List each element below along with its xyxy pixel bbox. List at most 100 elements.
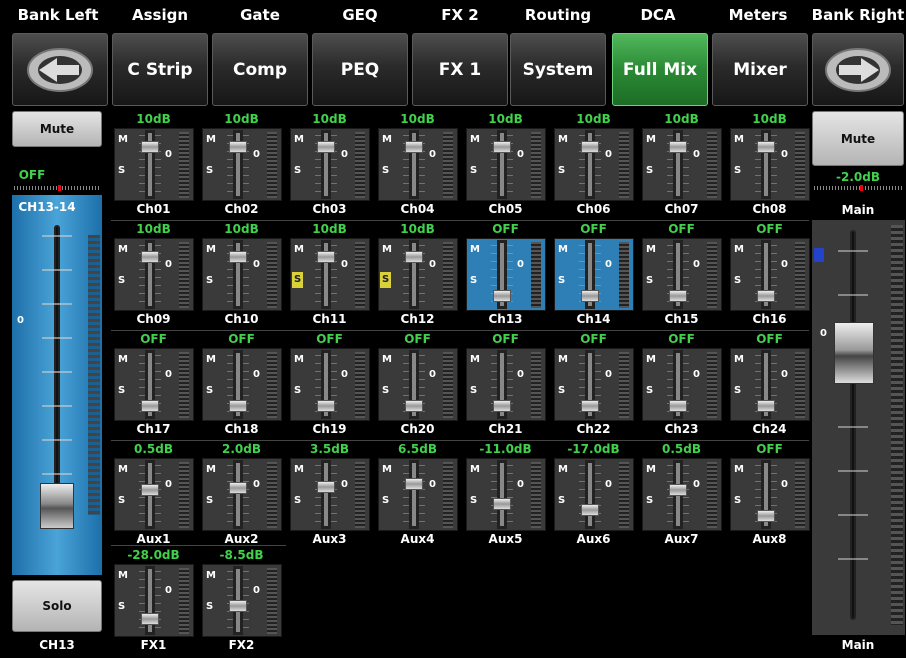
strip-fader-box[interactable]: M S 0 xyxy=(202,348,282,421)
strip-fader-box[interactable]: M S 0 xyxy=(378,238,458,311)
fader-knob[interactable] xyxy=(757,399,775,412)
strip-fader-box[interactable]: M S 0 xyxy=(290,458,370,531)
solo-indicator[interactable]: S xyxy=(118,275,125,286)
strip-fader-box[interactable]: M S 0 xyxy=(290,238,370,311)
fader-knob[interactable] xyxy=(229,399,247,412)
channel-strip-ch06[interactable]: 10dB M S 0 Ch06 xyxy=(551,112,636,222)
channel-strip-ch08[interactable]: 10dB M S 0 Ch08 xyxy=(727,112,812,222)
solo-indicator[interactable]: S xyxy=(206,601,213,612)
solo-indicator[interactable]: S xyxy=(294,495,301,506)
channel-strip-aux4[interactable]: 6.5dB M S 0 Aux4 xyxy=(375,442,460,552)
mute-indicator[interactable]: M xyxy=(118,134,128,145)
strip-fader-box[interactable]: M S 0 xyxy=(730,128,810,201)
mute-indicator[interactable]: M xyxy=(118,244,128,255)
strip-fader-box[interactable]: M S 0 xyxy=(554,238,634,311)
channel-strip-aux1[interactable]: 0.5dB M S 0 Aux1 xyxy=(111,442,196,552)
fader-knob[interactable] xyxy=(757,509,775,522)
solo-indicator[interactable]: S xyxy=(646,385,653,396)
mute-indicator[interactable]: M xyxy=(382,244,392,255)
tab-system[interactable]: System xyxy=(510,33,606,106)
strip-fader-box[interactable]: M S 0 xyxy=(114,458,194,531)
solo-indicator[interactable]: S xyxy=(206,165,213,176)
mute-button-left[interactable]: Mute xyxy=(12,111,102,147)
mute-indicator[interactable]: M xyxy=(294,464,304,475)
solo-indicator[interactable]: S xyxy=(118,601,125,612)
fader-knob[interactable] xyxy=(317,480,335,493)
mute-indicator[interactable]: M xyxy=(734,354,744,365)
fader-panel-main[interactable]: 0 xyxy=(812,220,905,635)
mute-indicator[interactable]: M xyxy=(118,464,128,475)
fader-knob[interactable] xyxy=(141,613,159,626)
channel-strip-ch13[interactable]: OFF M S 0 Ch13 xyxy=(463,222,548,332)
mute-indicator[interactable]: M xyxy=(558,244,568,255)
channel-strip-ch15[interactable]: OFF M S 0 Ch15 xyxy=(639,222,724,332)
channel-strip-ch09[interactable]: 10dB M S 0 Ch09 xyxy=(111,222,196,332)
mute-indicator[interactable]: M xyxy=(734,464,744,475)
solo-indicator[interactable]: S xyxy=(734,495,741,506)
solo-indicator[interactable]: S xyxy=(206,275,213,286)
channel-strip-ch17[interactable]: OFF M S 0 Ch17 xyxy=(111,332,196,442)
channel-strip-ch10[interactable]: 10dB M S 0 Ch10 xyxy=(199,222,284,332)
mute-indicator[interactable]: M xyxy=(382,354,392,365)
strip-fader-box[interactable]: M S 0 xyxy=(642,238,722,311)
solo-indicator[interactable]: S xyxy=(646,165,653,176)
channel-strip-ch05[interactable]: 10dB M S 0 Ch05 xyxy=(463,112,548,222)
channel-strip-aux6[interactable]: -17.0dB M S 0 Aux6 xyxy=(551,442,636,552)
mute-indicator[interactable]: M xyxy=(382,464,392,475)
strip-fader-box[interactable]: M S 0 xyxy=(202,238,282,311)
strip-fader-box[interactable]: M S 0 xyxy=(554,458,634,531)
channel-strip-ch01[interactable]: 10dB M S 0 Ch01 xyxy=(111,112,196,222)
mute-button-right[interactable]: Mute xyxy=(812,111,904,166)
fader-knob[interactable] xyxy=(317,250,335,263)
fader-knob[interactable] xyxy=(581,503,599,516)
mute-indicator[interactable]: M xyxy=(646,354,656,365)
fader-knob[interactable] xyxy=(493,140,511,153)
solo-button[interactable]: Solo xyxy=(12,580,102,632)
channel-strip-ch23[interactable]: OFF M S 0 Ch23 xyxy=(639,332,724,442)
channel-strip-ch22[interactable]: OFF M S 0 Ch22 xyxy=(551,332,636,442)
fader-knob[interactable] xyxy=(669,140,687,153)
strip-fader-box[interactable]: M S 0 xyxy=(114,128,194,201)
fader-knob[interactable] xyxy=(669,399,687,412)
strip-fader-box[interactable]: M S 0 xyxy=(378,348,458,421)
fader-knob[interactable] xyxy=(669,289,687,302)
mute-indicator[interactable]: M xyxy=(558,134,568,145)
channel-strip-aux7[interactable]: 0.5dB M S 0 Aux7 xyxy=(639,442,724,552)
solo-indicator[interactable]: S xyxy=(470,165,477,176)
fader-knob[interactable] xyxy=(141,250,159,263)
channel-strip-ch12[interactable]: 10dB M S 0 Ch12 xyxy=(375,222,460,332)
mute-indicator[interactable]: M xyxy=(470,464,480,475)
mute-indicator[interactable]: M xyxy=(470,134,480,145)
fader-knob[interactable] xyxy=(405,399,423,412)
solo-indicator[interactable]: S xyxy=(734,275,741,286)
mute-indicator[interactable]: M xyxy=(470,244,480,255)
fader-knob[interactable] xyxy=(669,483,687,496)
solo-indicator[interactable]: S xyxy=(382,385,389,396)
fader-knob[interactable] xyxy=(405,477,423,490)
solo-indicator[interactable]: S xyxy=(206,385,213,396)
channel-strip-fx1[interactable]: -28.0dB M S 0 FX1 xyxy=(111,548,196,658)
fader-knob[interactable] xyxy=(141,140,159,153)
solo-indicator[interactable]: S xyxy=(470,385,477,396)
solo-indicator[interactable]: S xyxy=(118,495,125,506)
solo-indicator[interactable]: S xyxy=(294,385,301,396)
mute-indicator[interactable]: M xyxy=(646,244,656,255)
tab-comp[interactable]: Comp xyxy=(212,33,308,106)
channel-strip-fx2[interactable]: -8.5dB M S 0 FX2 xyxy=(199,548,284,658)
solo-indicator[interactable]: S xyxy=(558,165,565,176)
fader-knob[interactable] xyxy=(581,289,599,302)
strip-fader-box[interactable]: M S 0 xyxy=(114,348,194,421)
solo-indicator[interactable]: S xyxy=(646,275,653,286)
strip-fader-box[interactable]: M S 0 xyxy=(554,348,634,421)
strip-fader-box[interactable]: M S 0 xyxy=(378,128,458,201)
channel-strip-aux5[interactable]: -11.0dB M S 0 Aux5 xyxy=(463,442,548,552)
channel-strip-ch24[interactable]: OFF M S 0 Ch24 xyxy=(727,332,812,442)
fader-panel-left[interactable]: CH13-14 0 xyxy=(12,195,102,575)
strip-fader-box[interactable]: M S 0 xyxy=(290,128,370,201)
solo-indicator[interactable]: S xyxy=(380,272,392,288)
channel-strip-ch04[interactable]: 10dB M S 0 Ch04 xyxy=(375,112,460,222)
strip-fader-box[interactable]: M S 0 xyxy=(202,564,282,637)
channel-strip-aux2[interactable]: 2.0dB M S 0 Aux2 xyxy=(199,442,284,552)
mute-indicator[interactable]: M xyxy=(734,244,744,255)
channel-strip-ch19[interactable]: OFF M S 0 Ch19 xyxy=(287,332,372,442)
